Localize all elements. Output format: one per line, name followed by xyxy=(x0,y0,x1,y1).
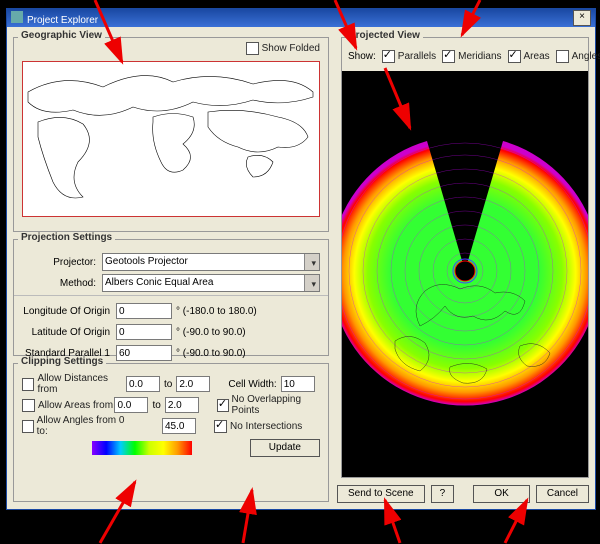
annotation-arrows xyxy=(0,0,600,544)
